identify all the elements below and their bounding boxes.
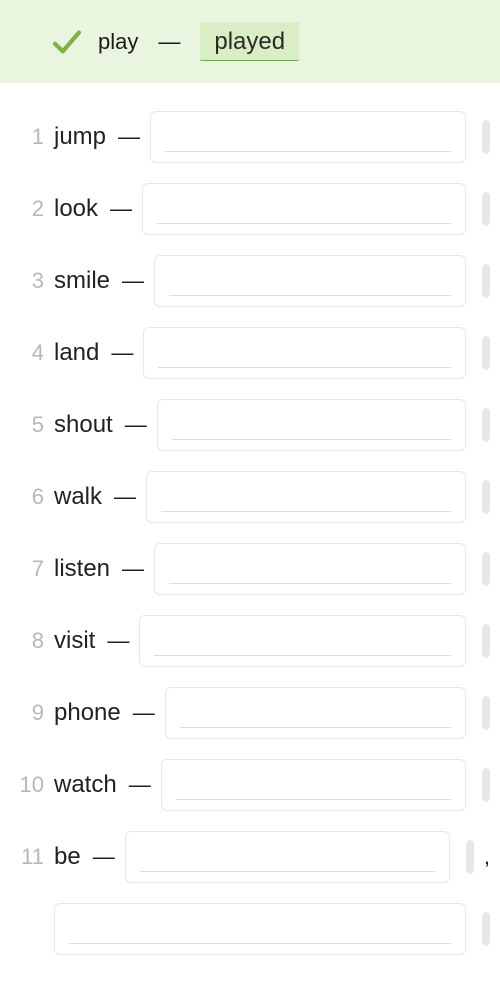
drag-handle[interactable] <box>482 624 490 658</box>
item-word: shout <box>54 411 113 439</box>
exercise-row: 5 shout — <box>0 389 490 461</box>
exercise-row: 1 jump — <box>0 101 490 173</box>
answer-input[interactable] <box>157 399 466 451</box>
drag-handle[interactable] <box>482 552 490 586</box>
drag-handle[interactable] <box>482 408 490 442</box>
item-word: land <box>54 339 99 367</box>
item-word: phone <box>54 699 121 727</box>
exercise-list: 1 jump — 2 look — 3 smile — 4 land — 5 s… <box>0 83 500 985</box>
item-number: 4 <box>0 340 44 366</box>
dash: — <box>129 772 151 798</box>
example-banner: play — played <box>0 0 500 83</box>
dash: — <box>111 340 133 366</box>
item-number: 3 <box>0 268 44 294</box>
dash: — <box>110 196 132 222</box>
answer-input[interactable] <box>143 327 466 379</box>
drag-handle[interactable] <box>482 336 490 370</box>
exercise-row: 2 look — <box>0 173 490 245</box>
drag-handle[interactable] <box>482 768 490 802</box>
item-word: look <box>54 195 98 223</box>
dash: — <box>133 700 155 726</box>
item-number: 7 <box>0 556 44 582</box>
exercise-row: 6 walk — <box>0 461 490 533</box>
item-number: 2 <box>0 196 44 222</box>
dash: — <box>158 29 180 55</box>
answer-input[interactable] <box>150 111 466 163</box>
exercise-row: 11 be — , <box>0 821 490 893</box>
dash: — <box>118 124 140 150</box>
item-word: visit <box>54 627 95 655</box>
item-number: 11 <box>0 844 44 870</box>
dash: — <box>114 484 136 510</box>
answer-input[interactable] <box>154 255 466 307</box>
dash: — <box>93 844 115 870</box>
drag-handle[interactable] <box>482 696 490 730</box>
item-number: 9 <box>0 700 44 726</box>
drag-handle[interactable] <box>482 264 490 298</box>
answer-input[interactable] <box>54 903 466 955</box>
answer-input[interactable] <box>146 471 466 523</box>
example-word: play <box>98 29 138 55</box>
item-number: 5 <box>0 412 44 438</box>
dash: — <box>107 628 129 654</box>
example-answer: played <box>200 22 299 61</box>
item-word: jump <box>54 123 106 151</box>
exercise-row: 4 land — <box>0 317 490 389</box>
exercise-row: 8 visit — <box>0 605 490 677</box>
trailing-comma: , <box>484 844 490 870</box>
dash: — <box>122 556 144 582</box>
item-word: be <box>54 843 81 871</box>
item-number: 6 <box>0 484 44 510</box>
exercise-row: 3 smile — <box>0 245 490 317</box>
answer-input[interactable] <box>161 759 466 811</box>
item-word: listen <box>54 555 110 583</box>
item-number: 8 <box>0 628 44 654</box>
exercise-row: 10 watch — <box>0 749 490 821</box>
dash: — <box>122 268 144 294</box>
answer-input[interactable] <box>154 543 466 595</box>
answer-input[interactable] <box>125 831 450 883</box>
exercise-row: 7 listen — <box>0 533 490 605</box>
drag-handle[interactable] <box>482 120 490 154</box>
item-word: smile <box>54 267 110 295</box>
item-word: watch <box>54 771 117 799</box>
item-number: 1 <box>0 124 44 150</box>
check-icon <box>50 25 84 59</box>
exercise-row-continuation <box>0 893 490 965</box>
item-number: 10 <box>0 772 44 798</box>
dash: — <box>125 412 147 438</box>
drag-handle[interactable] <box>482 480 490 514</box>
answer-input[interactable] <box>139 615 466 667</box>
drag-handle[interactable] <box>482 192 490 226</box>
answer-input[interactable] <box>165 687 466 739</box>
answer-input[interactable] <box>142 183 466 235</box>
drag-handle[interactable] <box>482 912 490 946</box>
item-word: walk <box>54 483 102 511</box>
exercise-row: 9 phone — <box>0 677 490 749</box>
drag-handle[interactable] <box>466 840 474 874</box>
